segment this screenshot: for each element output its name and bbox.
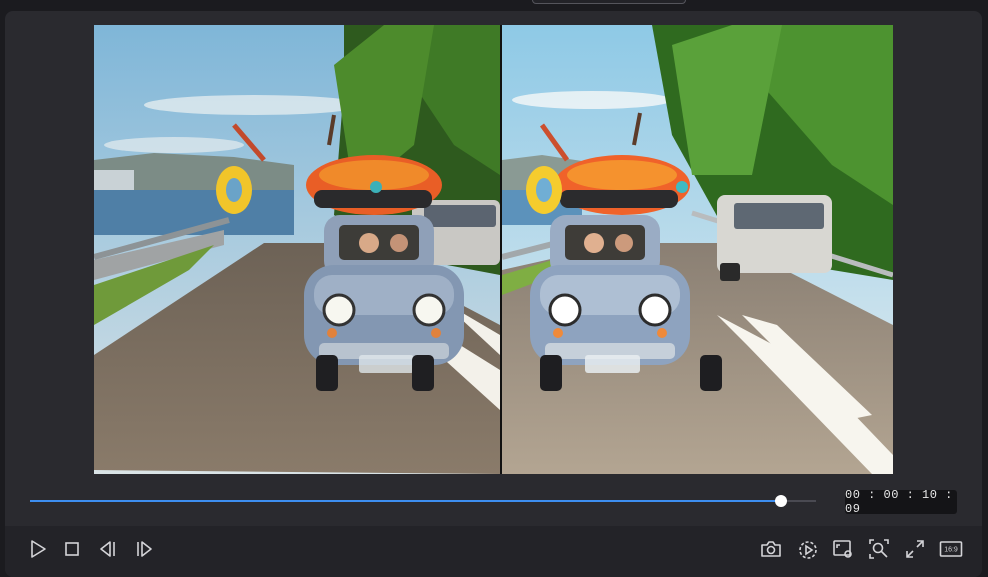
screen-settings-button[interactable]: [829, 536, 857, 562]
fullscreen-icon: [906, 540, 924, 558]
original-video-frame: [94, 25, 500, 474]
playback-speed-button[interactable]: [794, 536, 822, 562]
fullscreen-button[interactable]: [901, 536, 929, 562]
snapshot-button[interactable]: [757, 536, 785, 562]
next-frame-icon: [137, 541, 152, 557]
progress-fill: [30, 500, 781, 502]
screen-settings-icon: [833, 540, 852, 558]
stop-button[interactable]: [58, 536, 86, 562]
zoom-button[interactable]: [865, 536, 893, 562]
snapshot-camera-icon: [761, 541, 781, 557]
play-icon: [31, 540, 46, 558]
aspect-ratio-button[interactable]: 16:9: [937, 536, 965, 562]
progress-handle[interactable]: [774, 495, 787, 507]
aspect-ratio-label: 16:9: [944, 547, 958, 554]
player-controls-bar: 16:9: [5, 526, 982, 577]
previous-frame-button[interactable]: [94, 536, 122, 562]
enhanced-video-frame: [502, 25, 893, 474]
video-preview[interactable]: [94, 25, 893, 474]
stop-icon: [65, 542, 79, 556]
timecode-display: 00 : 00 : 10 : 09: [845, 488, 957, 516]
aspect-ratio-icon: 16:9: [939, 541, 963, 557]
playback-speed-icon: [799, 541, 817, 559]
top-tab[interactable]: [532, 0, 686, 4]
previous-frame-icon: [100, 541, 115, 557]
next-frame-button[interactable]: [130, 536, 158, 562]
zoom-icon: [869, 539, 889, 559]
title-bar: [0, 0, 988, 10]
progress-bar[interactable]: [30, 495, 816, 507]
play-button[interactable]: [24, 536, 52, 562]
